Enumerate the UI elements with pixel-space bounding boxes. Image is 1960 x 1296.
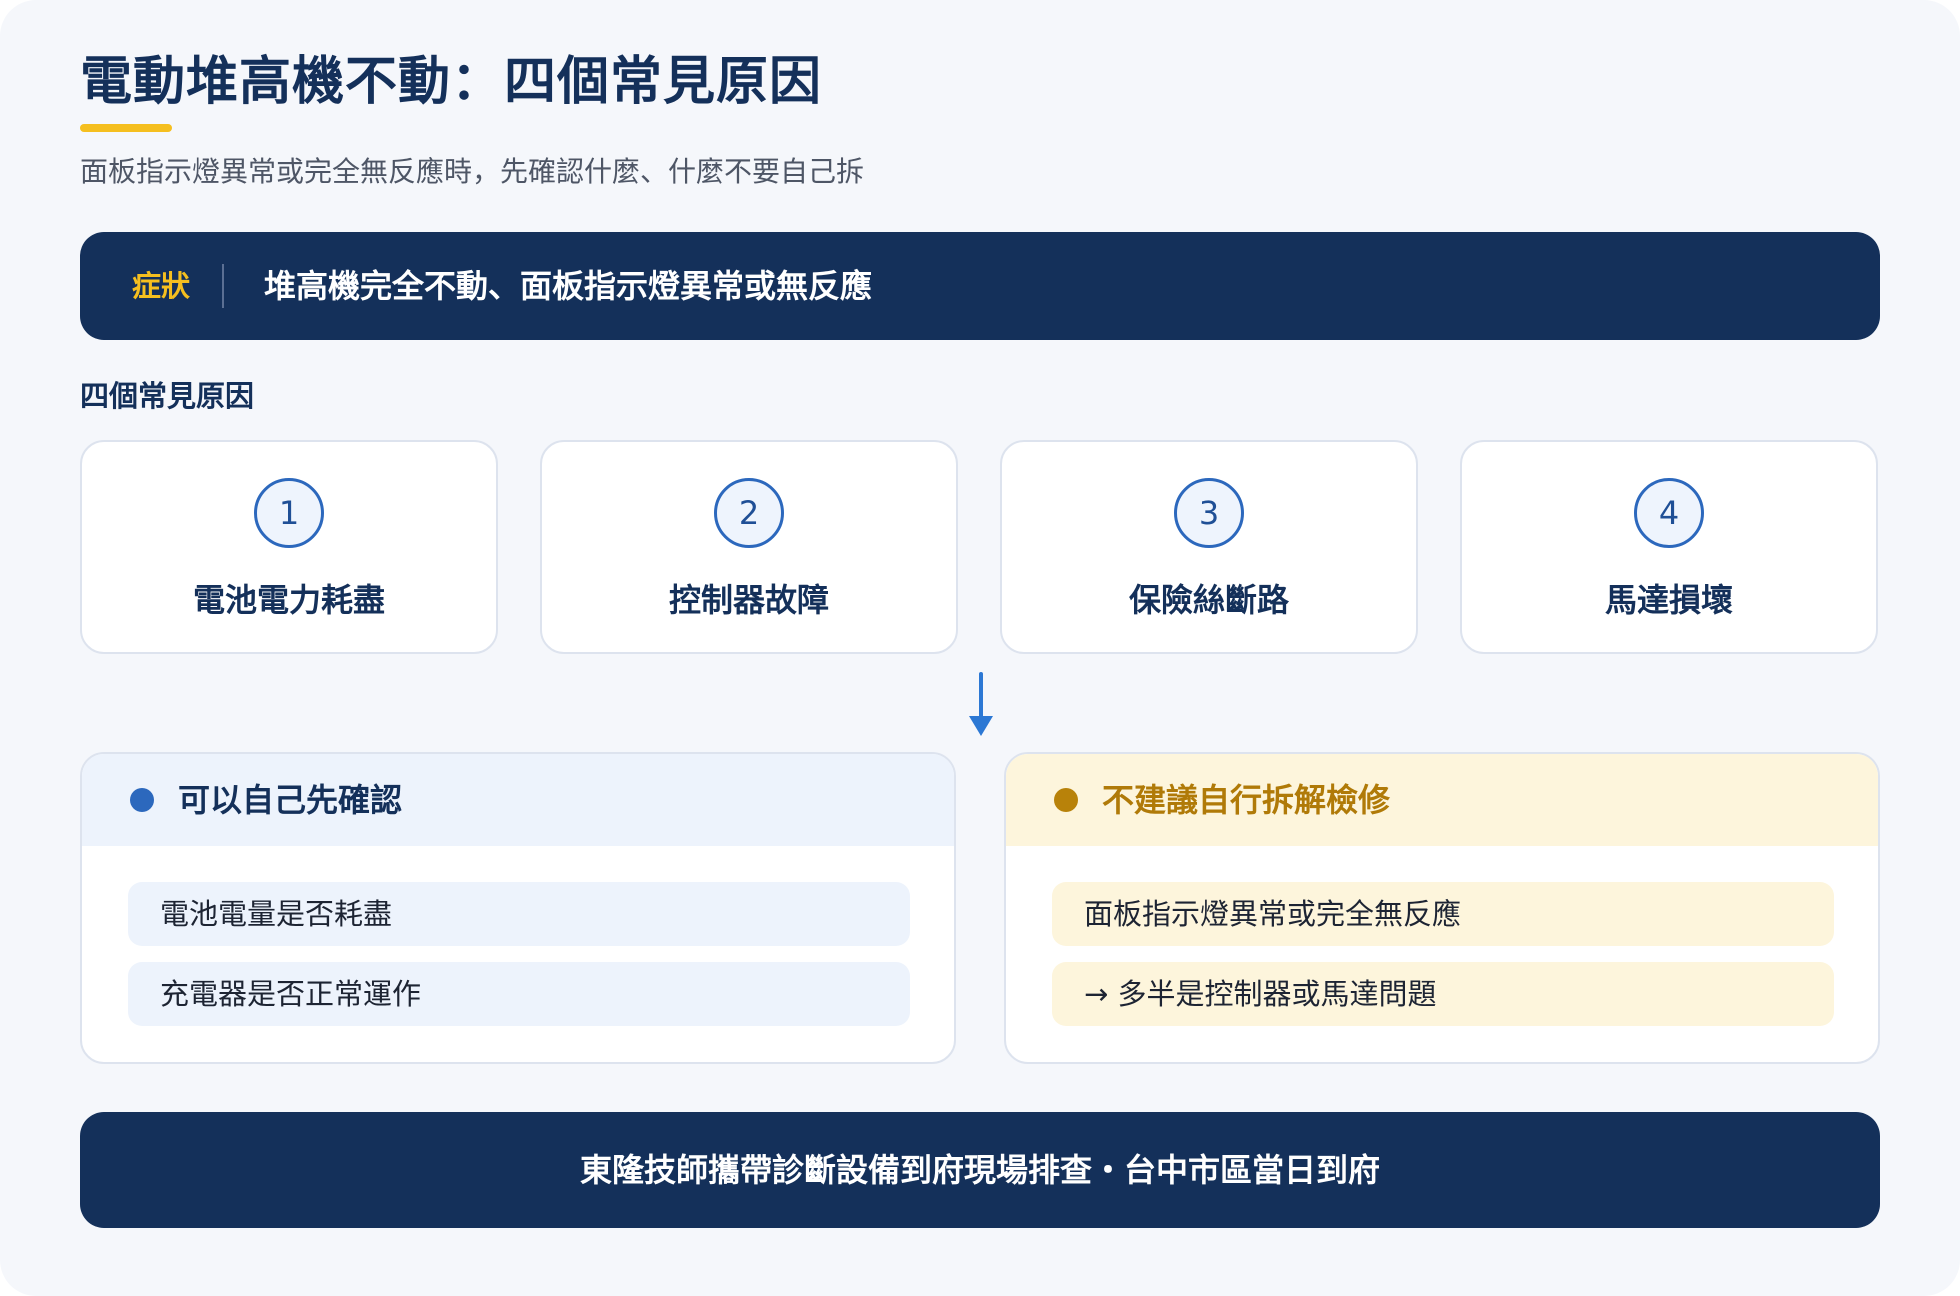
symptom-tag: 症狀 [132,269,191,303]
cause-card-4: 4 馬達損壞 [1460,440,1878,654]
blue-dot-icon [130,788,154,812]
self-check-item: 電池電量是否耗盡 [128,882,910,946]
cause-label: 電池電力耗盡 [192,581,385,619]
cause-label: 保險絲斷路 [1128,581,1289,619]
cause-label: 控制器故障 [668,581,829,619]
symptom-divider [222,264,224,308]
no-diy-item: → 多半是控制器或馬達問題 [1052,962,1834,1026]
self-check-header: 可以自己先確認 [82,754,954,846]
page-subtitle: 面板指示燈異常或完全無反應時，先確認什麼、什麼不要自己拆 [80,155,865,188]
amber-dot-icon [1054,788,1078,812]
no-diy-header: 不建議自行拆解檢修 [1006,754,1878,846]
page-title: 電動堆高機不動：四個常見原因 [80,52,823,112]
cause-number-badge: 4 [1634,478,1704,548]
title-underline [80,124,172,132]
arrow-down-icon [969,672,993,736]
cause-number-badge: 1 [254,478,324,548]
self-check-panel: 可以自己先確認 電池電量是否耗盡 充電器是否正常運作 [80,752,956,1064]
cause-label: 馬達損壞 [1604,581,1733,619]
footer-banner: 東隆技師攜帶診斷設備到府現場排查・台中市區當日到府 [80,1112,1880,1228]
cause-card-3: 3 保險絲斷路 [1000,440,1418,654]
cause-number-badge: 3 [1174,478,1244,548]
cause-card-2: 2 控制器故障 [540,440,958,654]
page: 電動堆高機不動：四個常見原因 面板指示燈異常或完全無反應時，先確認什麼、什麼不要… [0,0,1960,1296]
self-check-item: 充電器是否正常運作 [128,962,910,1026]
symptom-text: 堆高機完全不動、面板指示燈異常或無反應 [264,267,873,305]
cause-number-badge: 2 [714,478,784,548]
no-diy-title: 不建議自行拆解檢修 [1102,781,1391,819]
self-check-title: 可以自己先確認 [178,781,403,819]
no-diy-panel: 不建議自行拆解檢修 面板指示燈異常或完全無反應 → 多半是控制器或馬達問題 [1004,752,1880,1064]
cause-card-1: 1 電池電力耗盡 [80,440,498,654]
symptom-banner: 症狀 堆高機完全不動、面板指示燈異常或無反應 [80,232,1880,340]
no-diy-item: 面板指示燈異常或完全無反應 [1052,882,1834,946]
causes-section-label: 四個常見原因 [80,379,255,413]
